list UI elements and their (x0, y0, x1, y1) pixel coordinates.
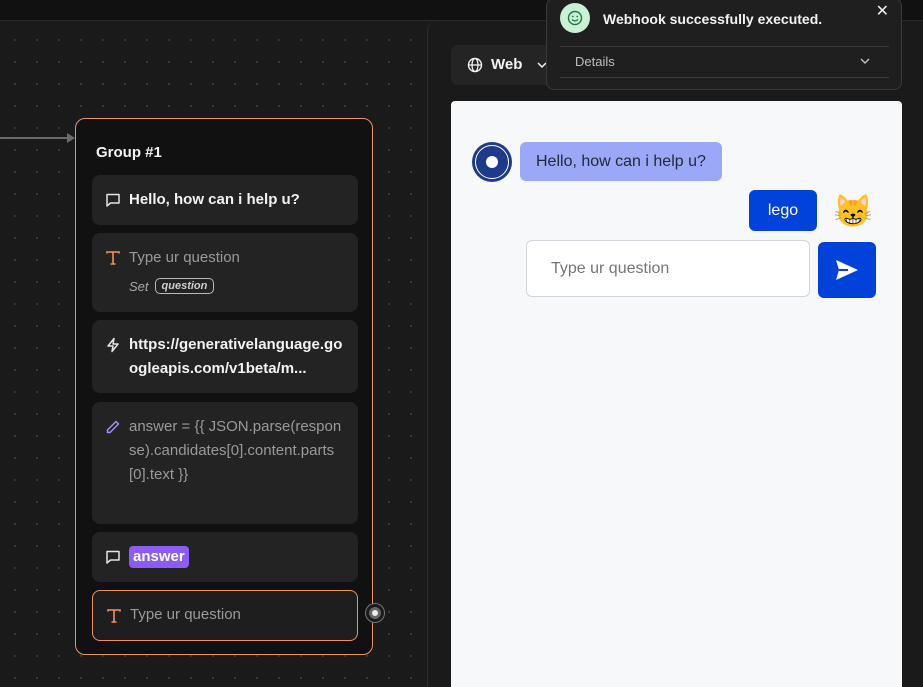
variable-tag: question (154, 278, 215, 294)
output-handle[interactable] (366, 604, 384, 622)
close-icon[interactable]: ✕ (876, 1, 889, 21)
lightning-icon (107, 337, 119, 353)
block-placeholder: Type ur question (130, 606, 241, 623)
webhook-block[interactable]: https://generativelanguage.googleapis.co… (92, 320, 358, 393)
runtime-label: Web (491, 56, 523, 73)
send-icon (836, 260, 858, 280)
set-variable-expression: answer = {{ JSON.parse(response).candida… (129, 418, 342, 483)
block-text: Hello, how can i help u? (129, 191, 300, 208)
incoming-edge[interactable] (0, 137, 70, 139)
bot-message-bubble: Hello, how can i help u? (520, 142, 722, 181)
toast-notification: Webhook successfully executed. ✕ Details (546, 0, 902, 90)
chat-bubble-icon (106, 550, 120, 564)
chat-input[interactable] (526, 240, 810, 297)
text-bubble-block[interactable]: Hello, how can i help u? (92, 175, 358, 225)
bot-avatar (472, 142, 512, 182)
text-input-block[interactable]: Type ur question (92, 590, 358, 641)
group-title[interactable]: Group #1 (96, 144, 162, 161)
user-avatar: 😸 (833, 193, 873, 229)
text-input-icon (107, 609, 121, 623)
text-input-block[interactable]: Type ur question Set question (92, 233, 358, 312)
text-bubble-block[interactable]: answer (92, 532, 358, 582)
toast-details-toggle[interactable]: Details (560, 46, 889, 78)
set-variable-row: Set question (129, 278, 215, 294)
runtime-selector-button[interactable]: Web (451, 45, 561, 85)
success-icon (560, 3, 590, 33)
chat-preview (451, 101, 902, 687)
details-label: Details (575, 54, 615, 69)
webhook-url: https://generativelanguage.googleapis.co… (129, 336, 343, 377)
text-input-icon (106, 251, 120, 265)
globe-icon (467, 57, 483, 73)
set-label: Set (129, 278, 149, 294)
variable-badge: answer (129, 546, 189, 568)
user-message-bubble: lego (749, 190, 817, 231)
send-button[interactable] (818, 242, 876, 298)
chevron-down-icon (860, 58, 870, 65)
toast-message: Webhook successfully executed. (603, 11, 823, 27)
pencil-icon (106, 420, 120, 434)
block-placeholder: Type ur question (129, 249, 240, 266)
group-node[interactable]: Group #1 Hello, how can i help u? Type u… (75, 118, 373, 655)
edge-arrow-icon (67, 133, 75, 143)
chat-bubble-icon (106, 193, 120, 207)
set-variable-block[interactable]: answer = {{ JSON.parse(response).candida… (92, 402, 358, 524)
